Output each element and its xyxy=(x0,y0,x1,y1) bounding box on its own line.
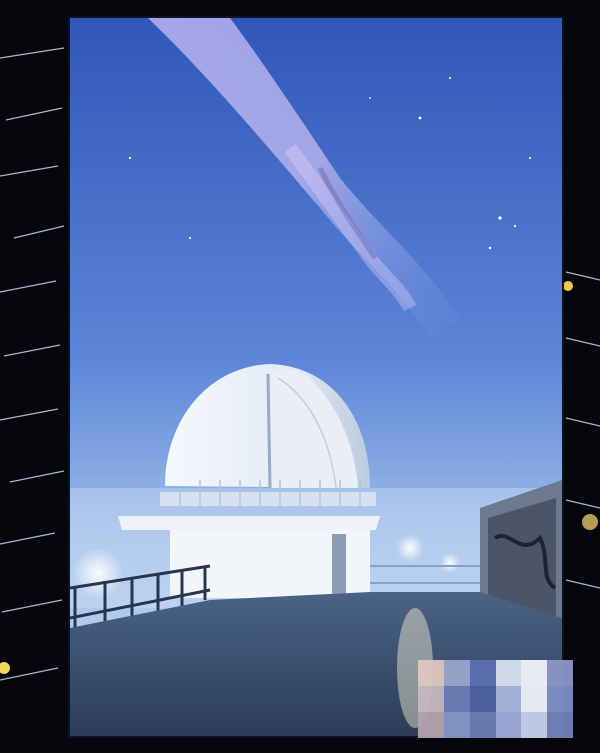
glow-dot xyxy=(563,281,573,291)
pixelated-watermark xyxy=(418,660,573,738)
observatory-scene xyxy=(70,18,562,736)
observatory-photo xyxy=(70,18,562,736)
glow-dot xyxy=(582,514,598,530)
dome-door xyxy=(332,534,346,596)
